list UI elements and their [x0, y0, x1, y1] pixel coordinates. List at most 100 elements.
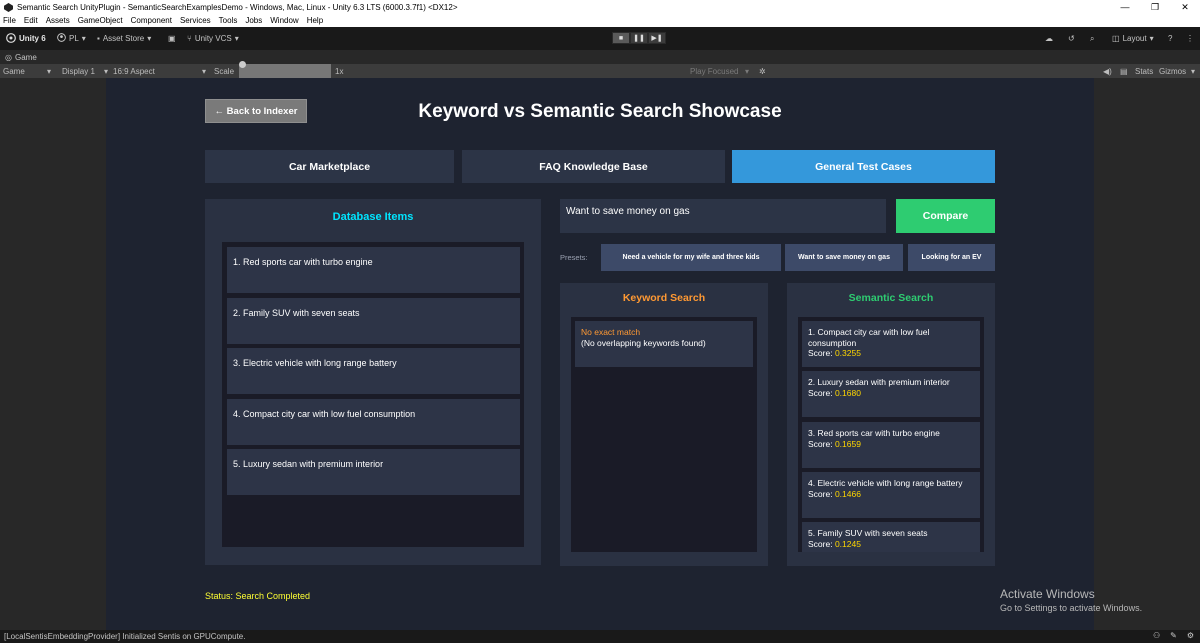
score-label: Score: — [808, 438, 833, 449]
scale-slider-knob[interactable] — [239, 61, 246, 68]
menu-gameobject[interactable]: GameObject — [78, 16, 123, 25]
result-score-line: Score: 0.1466 — [808, 489, 974, 500]
vcs-dropdown[interactable]: ⑂ Unity VCS ▾ — [187, 32, 239, 45]
result-name: 2. Luxury sedan with premium interior — [808, 377, 950, 387]
display-label: Display 1 — [62, 66, 95, 76]
step-button[interactable]: ▶❚ — [648, 32, 666, 44]
search-button[interactable]: ⌕ — [1090, 32, 1094, 45]
score-label: Score: — [808, 348, 833, 358]
package-manager-button[interactable]: ▣ — [168, 32, 176, 45]
keyword-results-list[interactable]: No exact match (No overlapping keywords … — [571, 317, 757, 552]
help-button[interactable]: ? — [1168, 32, 1172, 45]
layout-dropdown[interactable]: ◫ Layout ▾ — [1112, 32, 1154, 45]
menu-tools[interactable]: Tools — [219, 16, 238, 25]
score-value: 0.1466 — [834, 488, 861, 499]
tab-general-test-cases[interactable]: General Test Cases — [732, 150, 995, 183]
cloud-button[interactable]: ☁ — [1045, 32, 1053, 45]
stats-grid-icon[interactable]: ▤ — [1120, 64, 1128, 78]
semantic-title: Semantic Search — [848, 292, 934, 304]
semantic-result: 2. Luxury sedan with premium interior Sc… — [802, 371, 980, 417]
unity-logo-icon — [3, 2, 13, 12]
console-status-bar[interactable]: [LocalSentisEmbeddingProvider] Initializ… — [0, 630, 1200, 643]
pause-button[interactable]: ❚❚ — [630, 32, 648, 44]
game-tab-label: Game — [14, 52, 37, 62]
scale-slider[interactable] — [239, 61, 331, 78]
history-button[interactable]: ↺ — [1068, 32, 1075, 45]
aspect-select[interactable]: 16:9 Aspect — [113, 64, 155, 78]
tab-faq-knowledge-base[interactable]: FAQ Knowledge Base — [462, 150, 725, 183]
speaker-icon[interactable]: ◀) — [1103, 64, 1112, 78]
back-to-indexer-button[interactable]: ← Back to Indexer — [205, 99, 307, 123]
tab-car-marketplace[interactable]: Car Marketplace — [205, 150, 454, 183]
vcs-label: Unity VCS — [194, 34, 232, 43]
unity-icon — [6, 32, 16, 45]
keyword-panel: Keyword Search No exact match (No overla… — [560, 283, 768, 566]
window-titlebar: Semantic Search UnityPlugin - SemanticSe… — [0, 0, 1200, 14]
account-dropdown[interactable]: PL ▾ — [57, 32, 86, 45]
score-label: Score: — [808, 387, 833, 398]
result-name: 1. Compact city car with low fuel consum… — [808, 327, 930, 348]
preset-button[interactable]: Looking for an EV — [908, 244, 995, 271]
view-select[interactable]: Game — [3, 64, 25, 78]
activation-watermark: Activate Windows Go to Settings to activ… — [1000, 587, 1142, 613]
result-score-line: Score: 0.1245 — [808, 539, 974, 550]
menu-services[interactable]: Services — [180, 16, 211, 25]
bug-icon[interactable]: ✲ — [759, 64, 766, 78]
chevron-down-icon: ▾ — [47, 66, 52, 76]
layers-icon: ◫ — [1112, 34, 1120, 43]
stats-toggle[interactable]: Stats — [1135, 64, 1153, 78]
view-select-label: Game — [3, 66, 25, 76]
no-match-text: No exact match — [581, 327, 641, 337]
play-focused-select[interactable]: Play Focused — [690, 64, 738, 78]
database-item: 1. Red sports car with turbo engine — [227, 247, 520, 293]
maximize-button[interactable]: ❐ — [1140, 0, 1170, 14]
score-value: 0.1659 — [834, 438, 861, 449]
preset-button[interactable]: Want to save money on gas — [785, 244, 903, 271]
keyword-title: Keyword Search — [622, 292, 706, 304]
database-title: Database Items — [332, 211, 414, 223]
pause-icon: ❚❚ — [633, 35, 645, 42]
menu-component[interactable]: Component — [131, 16, 172, 25]
database-list[interactable]: 1. Red sports car with turbo engine 2. F… — [222, 242, 524, 547]
menu-window[interactable]: Window — [270, 16, 298, 25]
close-window-button[interactable]: ✕ — [1170, 0, 1200, 14]
watermark-title: Activate Windows — [1000, 587, 1095, 601]
menu-assets[interactable]: Assets — [46, 16, 70, 25]
scale-value: 1x — [335, 66, 344, 76]
score-label: Score: — [808, 488, 833, 499]
menu-bar: File Edit Assets GameObject Component Se… — [0, 14, 1200, 27]
gizmos-toggle[interactable]: Gizmos — [1159, 64, 1186, 78]
compare-button[interactable]: Compare — [896, 199, 995, 233]
menu-file[interactable]: File — [3, 16, 16, 25]
play-button[interactable]: ■ — [612, 32, 630, 44]
menu-help[interactable]: Help — [307, 16, 323, 25]
more-button[interactable]: ⋮ — [1186, 32, 1194, 45]
database-item: 4. Compact city car with low fuel consum… — [227, 399, 520, 445]
compile-icon[interactable]: ✎ — [1170, 631, 1177, 640]
semantic-results-list[interactable]: 1. Compact city car with low fuel consum… — [798, 317, 984, 552]
presets-label: Presets: — [560, 253, 588, 262]
settings-icon[interactable]: ⚙ — [1187, 631, 1194, 640]
chevron-down-icon: ▾ — [147, 34, 152, 43]
minimize-button[interactable]: — — [1110, 0, 1140, 14]
aspect-label: 16:9 Aspect — [113, 66, 155, 76]
user-icon — [57, 33, 66, 44]
preset-button[interactable]: Need a vehicle for my wife and three kid… — [601, 244, 781, 271]
asset-store-label: Asset Store — [102, 34, 145, 43]
game-tab[interactable]: ◎ Game — [0, 50, 1200, 64]
menu-jobs[interactable]: Jobs — [245, 16, 262, 25]
display-select[interactable]: Display 1 — [62, 64, 95, 78]
step-icon: ▶❚ — [651, 35, 663, 42]
play-controls: ■ ❚❚ ▶❚ — [612, 32, 666, 44]
network-icon[interactable]: ⚇ — [1153, 631, 1160, 640]
unity-account-button[interactable]: Unity 6 — [6, 32, 46, 45]
database-item: 2. Family SUV with seven seats — [227, 298, 520, 344]
help-icon: ? — [1168, 34, 1173, 43]
stop-icon: ■ — [618, 34, 624, 42]
chevron-down-icon: ▾ — [104, 66, 109, 76]
query-input[interactable]: Want to save money on gas — [560, 199, 886, 233]
menu-edit[interactable]: Edit — [24, 16, 38, 25]
page-title: Keyword vs Semantic Search Showcase — [418, 101, 782, 122]
editor-toolbar: Unity 6 PL ▾ ▪ Asset Store ▾ ▣ ⑂ Unity V… — [0, 27, 1200, 50]
asset-store-dropdown[interactable]: ▪ Asset Store ▾ — [97, 32, 151, 45]
